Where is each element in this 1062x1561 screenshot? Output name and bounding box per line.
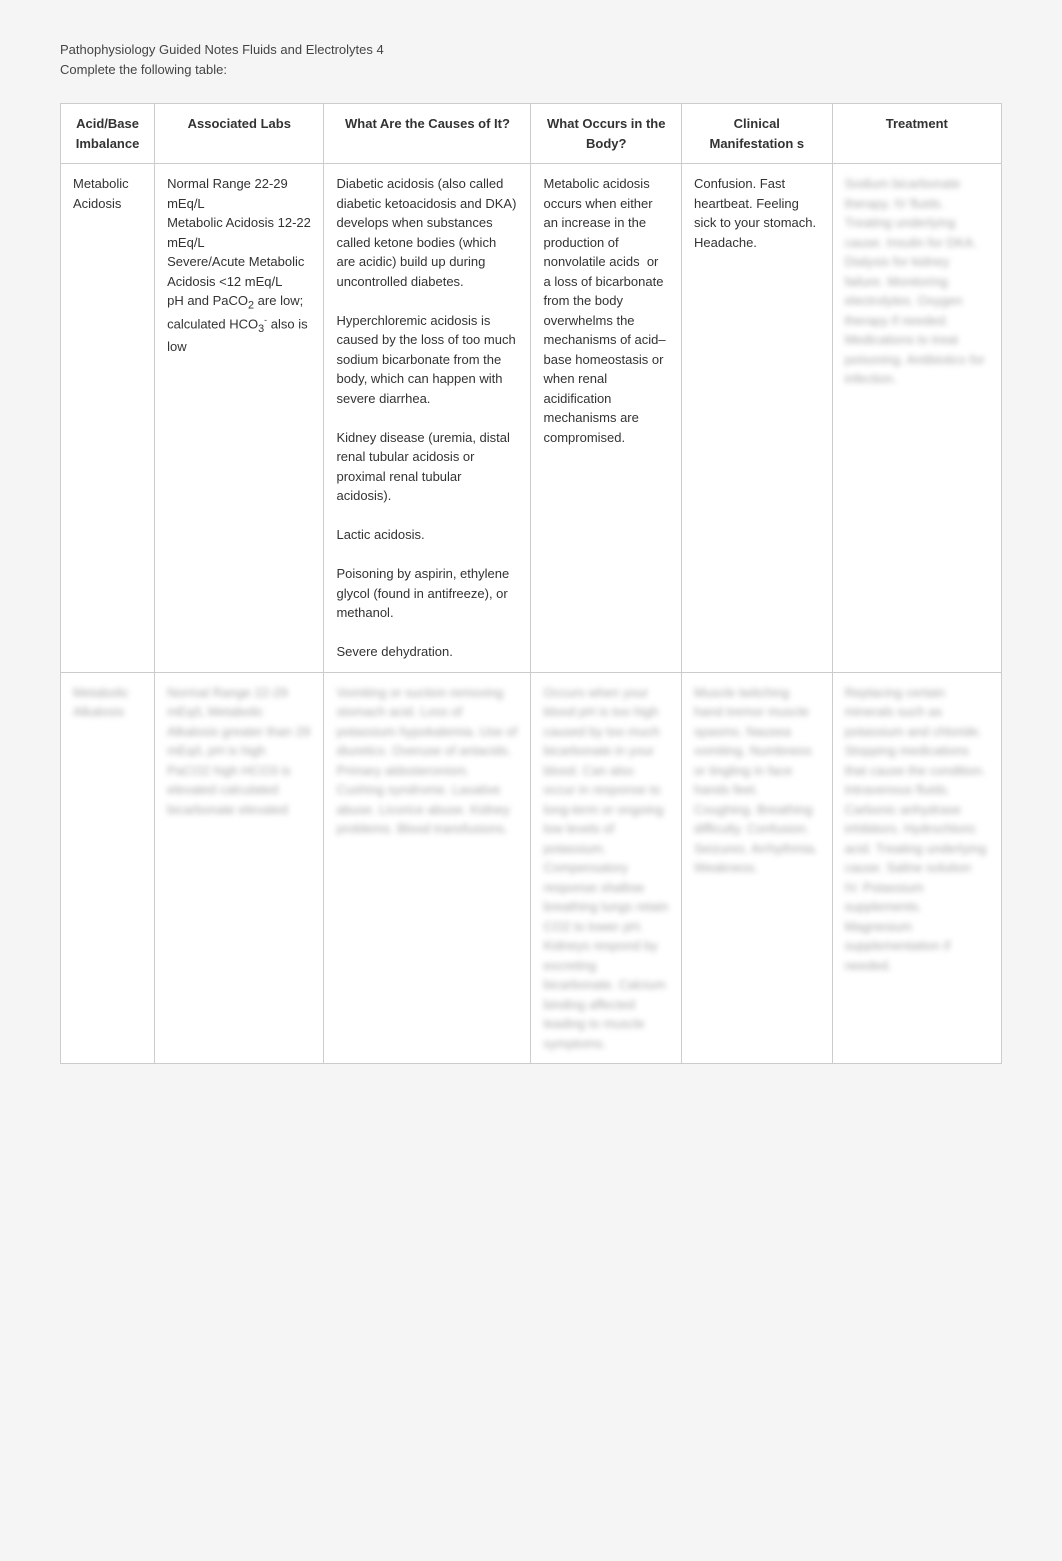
- col-header-occurs: What Occurs in the Body?: [531, 104, 682, 164]
- col-header-causes: What Are the Causes of It?: [324, 104, 531, 164]
- causes-blurred-2: Vomiting or suction removing stomach aci…: [336, 685, 517, 837]
- cell-labs-2: Normal Range 22-29 mEq/L Metabolic Alkal…: [155, 672, 324, 1064]
- table-row: Metabolic Acidosis Normal Range 22-29 mE…: [61, 164, 1002, 673]
- cell-occurs-2: Occurs when your blood pH is too high ca…: [531, 672, 682, 1064]
- col-header-treatment: Treatment: [832, 104, 1001, 164]
- treatment-blurred-2: Replacing certain minerals such as potas…: [845, 685, 987, 973]
- col-header-imbalance: Acid/BaseImbalance: [61, 104, 155, 164]
- header-line1: Pathophysiology Guided Notes Fluids and …: [60, 40, 1002, 60]
- cell-treatment-1: Sodium bicarbonate therapy. IV fluids. T…: [832, 164, 1001, 673]
- table-header-row: Acid/BaseImbalance Associated Labs What …: [61, 104, 1002, 164]
- manifestations-blurred-2: Muscle twitching hand tremor muscle spas…: [694, 685, 818, 876]
- cell-manifestations-2: Muscle twitching hand tremor muscle spas…: [682, 672, 833, 1064]
- imbalance-label-1: Metabolic Acidosis: [73, 176, 129, 211]
- occurs-blurred-2: Occurs when your blood pH is too high ca…: [543, 685, 668, 1051]
- cell-labs-1: Normal Range 22-29 mEq/L Metabolic Acido…: [155, 164, 324, 673]
- col-header-manifestations: Clinical Manifestation s: [682, 104, 833, 164]
- header-line2: Complete the following table:: [60, 60, 1002, 80]
- page-header: Pathophysiology Guided Notes Fluids and …: [60, 40, 1002, 79]
- cell-imbalance-1: Metabolic Acidosis: [61, 164, 155, 673]
- col-header-labs: Associated Labs: [155, 104, 324, 164]
- cell-treatment-2: Replacing certain minerals such as potas…: [832, 672, 1001, 1064]
- main-table: Acid/BaseImbalance Associated Labs What …: [60, 103, 1002, 1064]
- cell-causes-2: Vomiting or suction removing stomach aci…: [324, 672, 531, 1064]
- imbalance-blurred-2: Metabolic Alkalosis: [73, 685, 129, 720]
- cell-occurs-1: Metabolic acidosis occurs when either an…: [531, 164, 682, 673]
- cell-causes-1: Diabetic acidosis (also called diabetic …: [324, 164, 531, 673]
- cell-manifestations-1: Confusion. Fast heartbeat. Feeling sick …: [682, 164, 833, 673]
- labs-blurred-2: Normal Range 22-29 mEq/L Metabolic Alkal…: [167, 685, 310, 817]
- table-row: Metabolic Alkalosis Normal Range 22-29 m…: [61, 672, 1002, 1064]
- treatment-blurred-1: Sodium bicarbonate therapy. IV fluids. T…: [845, 176, 985, 386]
- cell-imbalance-2: Metabolic Alkalosis: [61, 672, 155, 1064]
